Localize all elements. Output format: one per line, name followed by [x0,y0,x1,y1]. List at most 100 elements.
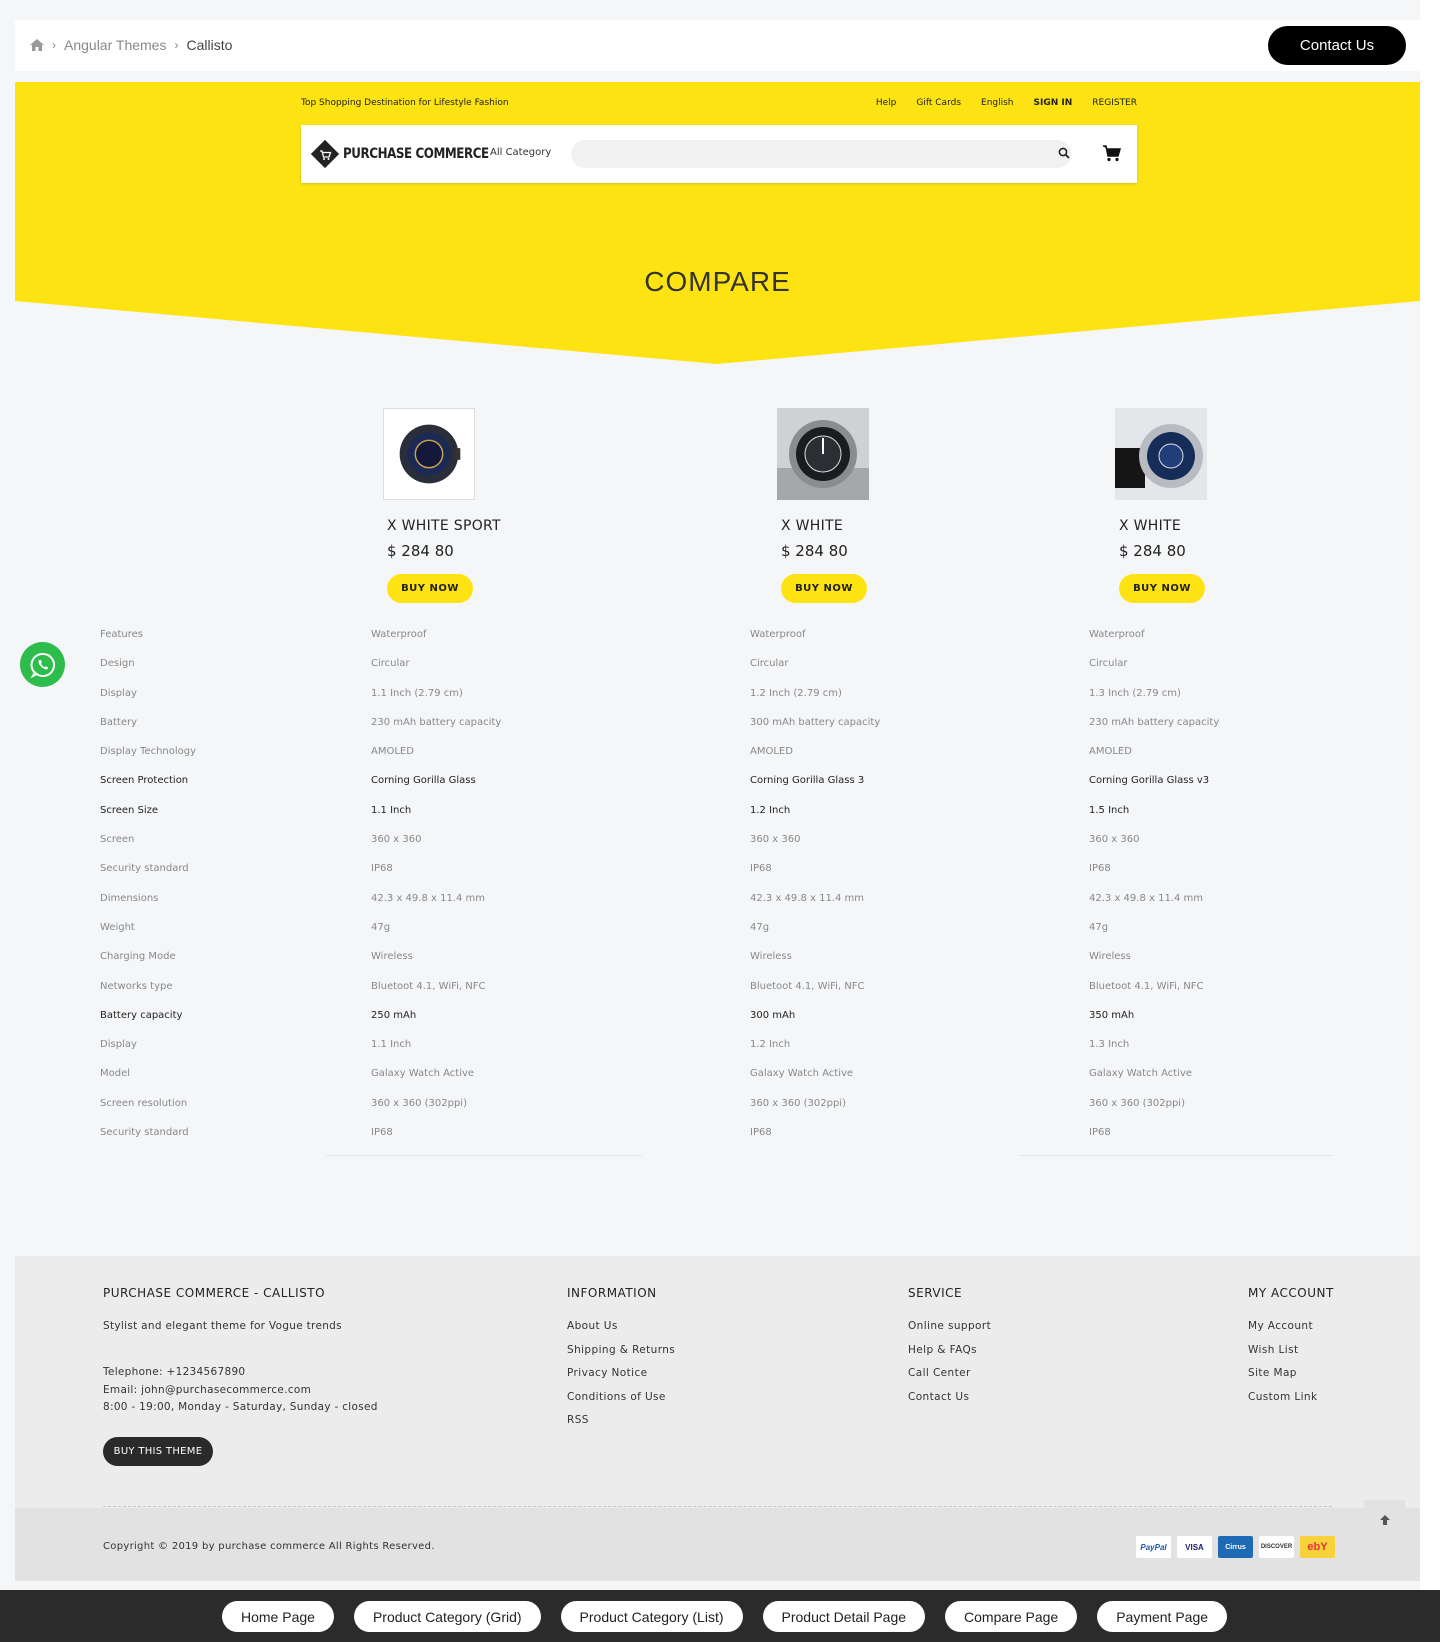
help-link[interactable]: Help [876,98,897,108]
search-input[interactable] [571,140,1071,168]
spec-value: IP68 [1089,863,1111,875]
arrow-up-icon [1379,1514,1390,1525]
logo-text: PURCHASE COMMERCE [343,146,489,162]
spec-value: Galaxy Watch Active [371,1068,475,1080]
footer-link[interactable]: Privacy Notice [567,1367,675,1391]
footer-about-title: PURCHASE COMMERCE - CALLISTO [103,1286,326,1300]
footer-link[interactable]: Custom Link [1248,1391,1334,1415]
footer-account-title: MY ACCOUNT [1248,1286,1334,1300]
spec-value: Corning Gorilla Glass [371,775,476,787]
demo-category-list-link[interactable]: Product Category (List) [560,1601,743,1632]
buy-theme-button[interactable]: BUY THIS THEME [103,1437,213,1466]
product-card: X WHITE $ 284 80 BUY NOW [777,408,869,603]
spec-row: Features Waterproof Waterproof Waterproof [100,629,1350,658]
gift-cards-link[interactable]: Gift Cards [916,98,961,108]
demo-navigation: Home Page Product Category (Grid) Produc… [0,1590,1440,1642]
footer-service: SERVICE Online support Help & FAQs Call … [908,1286,991,1414]
spec-value: Waterproof [371,629,427,640]
category-select[interactable]: All Category [490,147,551,158]
footer-link[interactable]: Shipping & Returns [567,1344,675,1368]
buy-now-button[interactable]: BUY NOW [1119,574,1205,603]
product-name[interactable]: X WHITE [781,518,843,534]
buy-now-button[interactable]: BUY NOW [781,574,867,603]
footer-link[interactable]: Conditions of Use [567,1391,675,1415]
demo-product-detail-link[interactable]: Product Detail Page [762,1601,926,1632]
spec-row: Display 1.1 Inch 1.2 Inch 1.3 Inch [100,1039,1350,1068]
product-image[interactable] [383,408,475,500]
spec-value: 300 mAh battery capacity [750,716,881,728]
spec-value: Corning Gorilla Glass v3 [1089,775,1210,787]
spec-value: 42.3 x 49.8 x 11.4 mm [371,892,486,904]
spec-label: Design [100,658,135,670]
language-link[interactable]: English [981,98,1014,108]
spec-row: Design Circular Circular Circular [100,658,1350,687]
spec-value: 350 mAh [1089,1009,1135,1021]
copyright: Copyright © 2019 by purchase commerce Al… [103,1541,435,1552]
header-links: Help Gift Cards English SIGN IN REGISTER [876,98,1137,108]
product-price: $ 284 80 [781,542,848,560]
spec-value: 360 x 360 [750,834,801,846]
footer-link[interactable]: RSS [567,1414,675,1438]
product-name[interactable]: X WHITE [1119,518,1181,534]
product-name[interactable]: X WHITE SPORT [387,518,501,534]
logo[interactable]: PURCHASE COMMERCE [311,140,514,168]
product-image[interactable] [777,408,869,500]
divider [326,1155,642,1156]
product-card: X WHITE SPORT $ 284 80 BUY NOW [383,408,501,603]
spec-value: AMOLED [750,746,793,758]
paypal-icon: PayPal [1136,1536,1171,1558]
footer-account: MY ACCOUNT My Account Wish List Site Map… [1248,1286,1334,1414]
scroll-to-top-button[interactable] [1364,1500,1405,1539]
demo-category-grid-link[interactable]: Product Category (Grid) [353,1601,541,1632]
spec-label: Charging Mode [100,951,176,963]
footer-about: PURCHASE COMMERCE - CALLISTO Stylist and… [103,1286,378,1419]
page-title: COMPARE [644,266,791,297]
footer-link[interactable]: Call Center [908,1367,991,1391]
demo-home-page-link[interactable]: Home Page [222,1601,334,1632]
spec-value: 1.2 Inch [750,1039,791,1051]
spec-row: Battery 230 mAh battery capacity 300 mAh b… [100,717,1350,746]
breadcrumb-item[interactable]: Angular Themes [64,37,166,53]
spec-label: Security standard [100,863,189,875]
footer-link[interactable]: Help & FAQs [908,1344,991,1368]
demo-payment-link[interactable]: Payment Page [1097,1601,1228,1632]
footer-link[interactable]: Wish List [1248,1344,1334,1368]
whatsapp-icon [29,652,55,678]
spec-label: Features [100,629,143,640]
spec-label: Weight [100,921,135,933]
sign-in-link[interactable]: SIGN IN [1034,98,1073,108]
product-image[interactable] [1115,408,1207,500]
whatsapp-button[interactable] [20,642,65,687]
spec-label: Display Technology [100,746,197,758]
spec-label: Networks type [100,980,173,992]
demo-compare-link[interactable]: Compare Page [945,1601,1078,1632]
footer-link[interactable]: Online support [908,1320,991,1344]
footer-link[interactable]: Contact Us [908,1391,991,1415]
spec-value: IP68 [371,863,393,875]
footer-link[interactable]: Site Map [1248,1367,1334,1391]
visa-icon: VISA [1177,1536,1212,1558]
buy-now-button[interactable]: BUY NOW [387,574,473,603]
spec-row: Networks type Bluetoot 4.1, WiFi, NFC Blue… [100,981,1350,1010]
spec-row: Security standard IP68 IP68 IP68 [100,863,1350,892]
spec-value: Wireless [750,951,792,963]
spec-value: Galaxy Watch Active [750,1068,854,1080]
footer-link[interactable]: My Account [1248,1320,1334,1344]
cart-icon[interactable] [1103,145,1121,162]
payment-methods: PayPal VISA Cirrus DISCOVER ebY [1136,1536,1335,1558]
breadcrumb-current: Callisto [186,37,233,53]
logo-icon [311,140,339,168]
footer-email[interactable]: Email: john@purchasecommerce.com [103,1384,378,1402]
spec-value: IP68 [750,863,772,875]
search-icon[interactable] [1058,147,1070,159]
spec-value: 360 x 360 (302ppi) [750,1097,846,1109]
register-link[interactable]: REGISTER [1092,98,1137,108]
demo-links: Home Page Product Category (Grid) Produc… [222,1601,1228,1632]
footer-link[interactable]: About Us [567,1320,675,1344]
contact-us-button[interactable]: Contact Us [1268,26,1406,65]
page-edge [1420,0,1440,1642]
spec-value: IP68 [371,1127,393,1139]
home-icon[interactable] [30,39,44,51]
spec-value: Wireless [1089,951,1131,963]
hero-banner: Top Shopping Destination for Lifestyle F… [15,82,1420,364]
